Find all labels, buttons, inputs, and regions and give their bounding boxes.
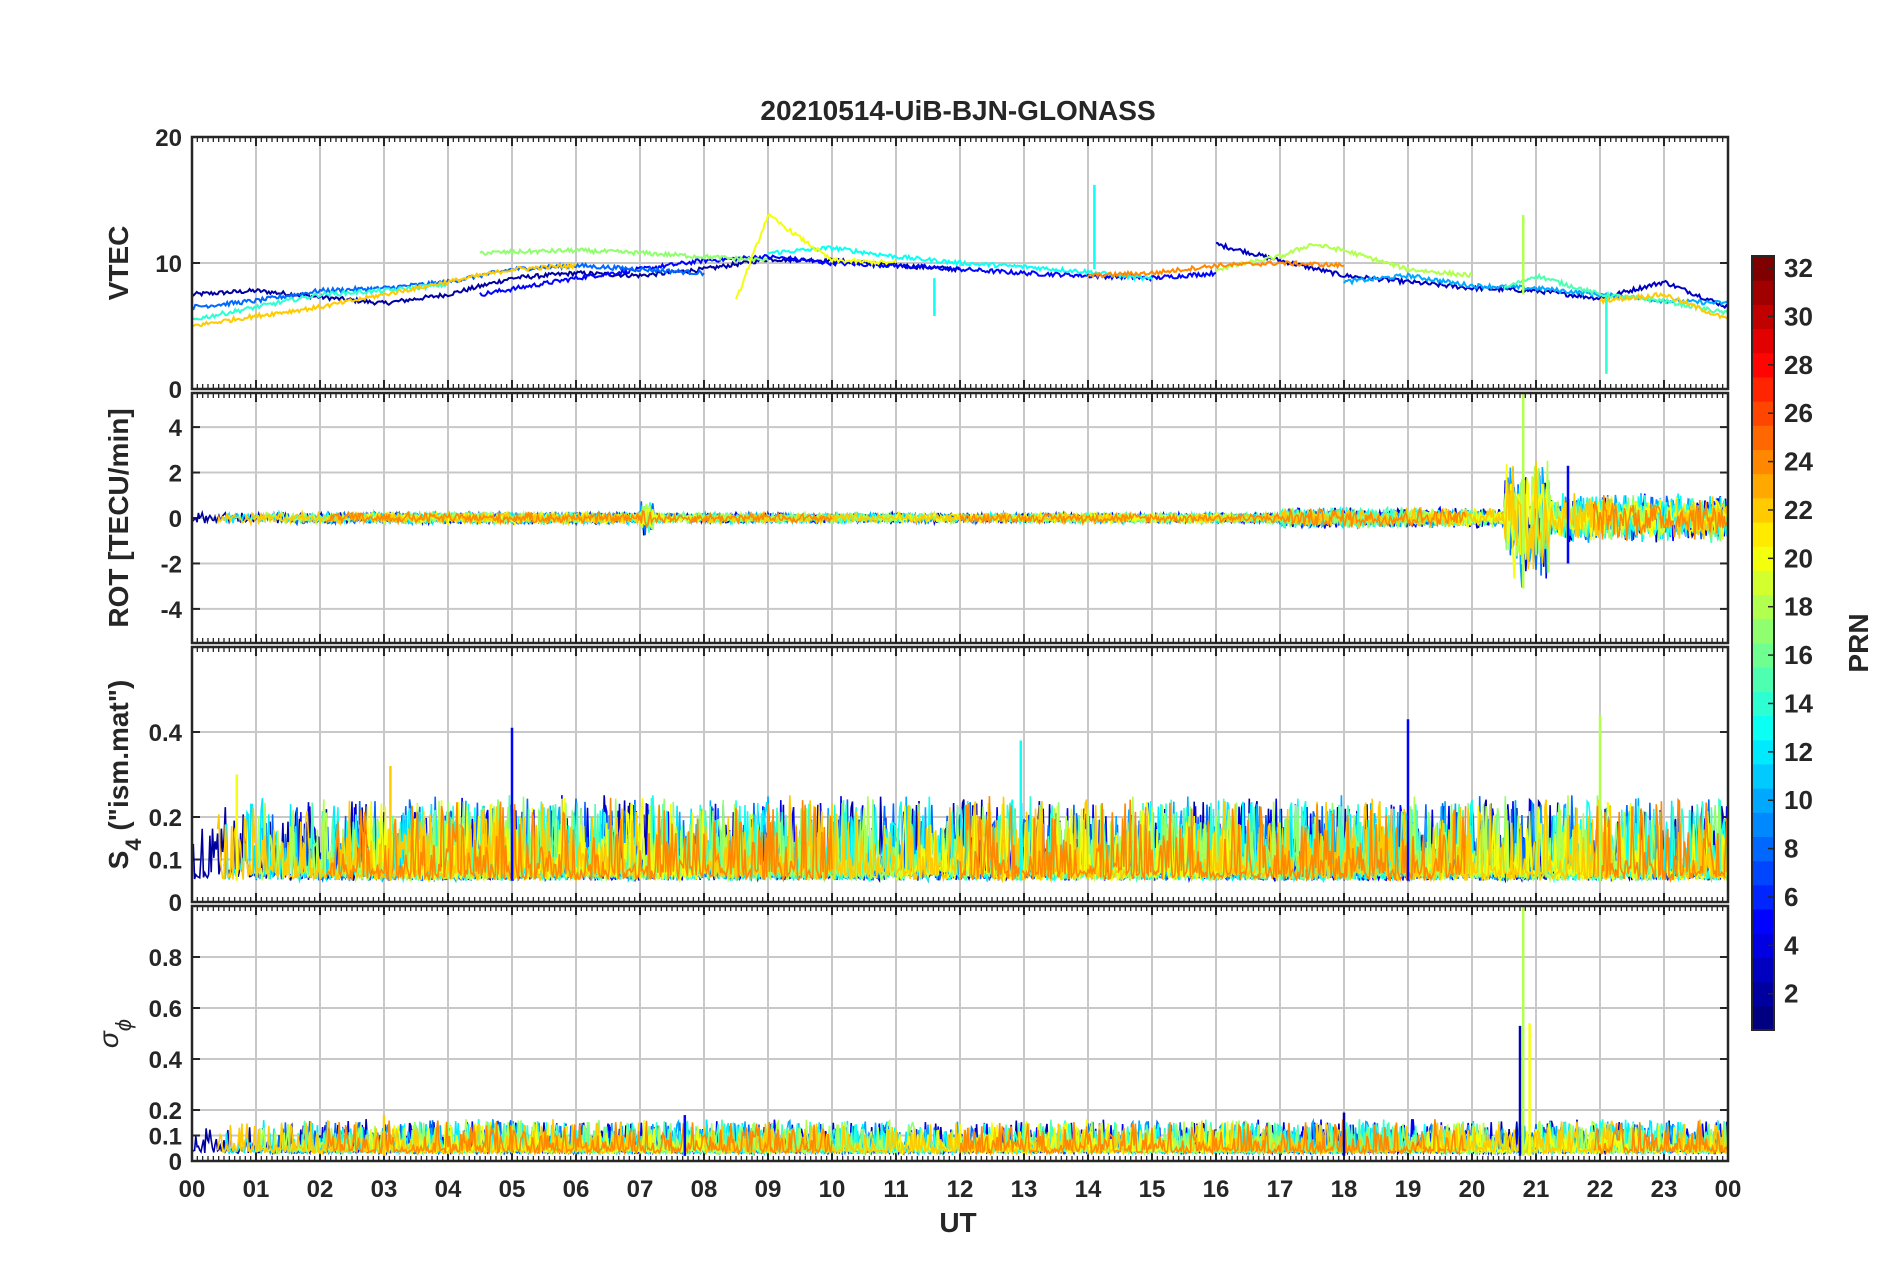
x-tick-label: 07 (627, 1176, 654, 1203)
chart-figure: 20210514-UiB-BJN-GLONASS UT 01020VTEC-4-… (93, 95, 1874, 1238)
y-label-sub: 4 (121, 838, 146, 851)
y-tick-label: 0 (169, 377, 182, 404)
y-axis-label: σϕ (93, 1019, 136, 1048)
panel-sigmaphi: 00.10.2 0.4 0.6 0.8 σϕ 00 01 02 03 04 05 06 07 08 09 10… (93, 904, 1742, 1203)
y-axis-label: ROT [TECU/min] (103, 408, 134, 627)
colorbar-cell (1752, 812, 1774, 837)
x-tick-label: 21 (1523, 1176, 1550, 1203)
colorbar: PRN 2468101214161820222426283032 (1751, 253, 1874, 1031)
x-tick-label: 08 (691, 1176, 718, 1203)
y-tick-label: 0.2 (149, 1098, 182, 1125)
y-tick-label: 0 (169, 890, 182, 917)
x-tick-label: 05 (499, 1176, 526, 1203)
colorbar-cell (1752, 909, 1774, 934)
colorbar-tick-label: 16 (1784, 640, 1813, 670)
colorbar-tick-label: 4 (1784, 930, 1799, 960)
x-tick-label: 16 (1203, 1176, 1230, 1203)
x-tick-label: 02 (307, 1176, 334, 1203)
y-tick-label: 0 (169, 506, 182, 533)
y-tick-label: 0.4 (149, 720, 183, 747)
x-tick-label: 17 (1267, 1176, 1294, 1203)
colorbar-cell (1752, 473, 1774, 499)
colorbar-cell (1752, 957, 1774, 983)
y-tick-label: 2 (169, 461, 182, 488)
x-tick-label: 12 (947, 1176, 974, 1203)
colorbar-cell (1752, 425, 1774, 450)
y-tick-label: 0.2 (149, 805, 182, 832)
y-tick-label: 10 (155, 251, 182, 278)
panel-rot: -4 -2 0 2 4 ROT [TECU/min] (103, 391, 1730, 645)
colorbar-cell (1752, 667, 1774, 692)
x-tick-label: 20 (1459, 1176, 1486, 1203)
y-label-rest: ("ism.mat") (103, 680, 134, 839)
x-tick-label: 00 (1715, 1176, 1742, 1203)
x-tick-label: 14 (1075, 1176, 1102, 1203)
y-tick-label: -4 (161, 597, 183, 624)
x-tick-label: 13 (1011, 1176, 1038, 1203)
y-tick-label: 0.1 (149, 848, 182, 875)
x-tick-label: 01 (243, 1176, 270, 1203)
colorbar-tick-label: 22 (1784, 495, 1813, 525)
colorbar-cell (1752, 328, 1774, 354)
x-tick-label: 03 (371, 1176, 398, 1203)
colorbar-tick-label: 24 (1784, 447, 1813, 477)
colorbar-tick-label: 26 (1784, 398, 1813, 428)
y-tick-label: 0.4 (149, 1047, 183, 1074)
colorbar-tick-label: 18 (1784, 592, 1813, 622)
x-tick-label: 23 (1651, 1176, 1678, 1203)
x-tick-label: 11 (883, 1176, 908, 1203)
x-tick-label: 00 (179, 1176, 206, 1203)
x-tick-label: 22 (1587, 1176, 1614, 1203)
y-label-main: S (103, 851, 134, 870)
colorbar-cell (1752, 860, 1774, 886)
chart-title: 20210514-UiB-BJN-GLONASS (760, 95, 1155, 126)
x-tick-label: 09 (755, 1176, 782, 1203)
y-tick-label: 0.8 (149, 945, 182, 972)
colorbar-tick-label: 10 (1784, 785, 1813, 815)
y-label-sub: ϕ (111, 1019, 136, 1031)
y-tick-label: 0.1 (149, 1124, 182, 1151)
x-tick-label: 04 (435, 1176, 462, 1203)
x-tick-label: 10 (819, 1176, 846, 1203)
y-tick-label: 0 (169, 1149, 182, 1176)
x-tick-label: 18 (1331, 1176, 1358, 1203)
colorbar-tick-label: 6 (1784, 882, 1798, 912)
colorbar-tick-label: 2 (1784, 979, 1798, 1009)
y-tick-label: 20 (155, 125, 182, 152)
x-tick-label: 06 (563, 1176, 590, 1203)
panel-vtec: 0 10 20 VTEC (103, 125, 1730, 404)
colorbar-tick-label: 28 (1784, 350, 1813, 380)
colorbar-cell (1752, 1005, 1774, 1031)
colorbar-tick-label: 20 (1784, 543, 1813, 573)
panels: 01020VTEC-4-2024ROT [TECU/min]00.10.20.4… (93, 125, 1741, 1203)
colorbar-cell (1752, 280, 1774, 305)
colorbar-tick-label: 30 (1784, 301, 1813, 331)
x-tick-label: 15 (1139, 1176, 1166, 1203)
colorbar-cell (1752, 763, 1774, 789)
x-axis-label: UT (939, 1207, 976, 1238)
colorbar-cell (1752, 618, 1774, 644)
colorbar-cell (1752, 715, 1774, 741)
colorbar-tick-label: 8 (1784, 834, 1798, 864)
colorbar-cell (1752, 570, 1774, 596)
colorbar-tick-label: 32 (1784, 253, 1813, 283)
y-axis-label: VTEC (103, 226, 134, 301)
colorbar-cell (1752, 376, 1774, 402)
y-tick-label: 0.6 (149, 996, 182, 1023)
y-label-main: σ (93, 1030, 124, 1048)
colorbar-tick-label: 14 (1784, 688, 1813, 718)
panel-s4: 00.10.20.4S4 ("ism.mat") (103, 645, 1730, 917)
colorbar-tick-label: 12 (1784, 737, 1813, 767)
y-tick-label: -2 (161, 551, 182, 578)
x-tick-label: 19 (1395, 1176, 1422, 1203)
y-tick-label: 4 (169, 415, 183, 442)
y-axis-label: S4 ("ism.mat") (103, 680, 146, 870)
colorbar-label: PRN (1843, 613, 1874, 672)
colorbar-cell (1752, 522, 1774, 547)
